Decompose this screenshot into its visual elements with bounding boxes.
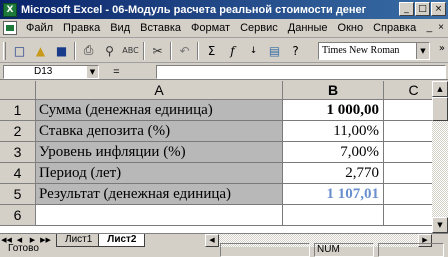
menu-window[interactable]: Окно: [333, 22, 369, 34]
status-pane: [220, 243, 310, 257]
title-bar: X Microsoft Excel - 06-Модуль расчета ре…: [0, 0, 448, 19]
menu-insert[interactable]: Вставка: [135, 22, 186, 34]
cell-b5[interactable]: 1 107,01: [283, 184, 384, 205]
menu-view[interactable]: Вид: [105, 22, 135, 34]
column-header-c[interactable]: C: [384, 81, 432, 100]
sheet-tab-1[interactable]: Лист1: [56, 234, 102, 247]
spelling-icon[interactable]: ABC: [120, 41, 141, 61]
status-pane: [378, 243, 444, 257]
font-name-value: Times New Roman: [322, 45, 400, 56]
standard-toolbar: □ ▲ ■ ⎙ ⚲ ABC ✂ ↶ Σ f ↓ ▤ ? Times New Ro…: [0, 39, 448, 63]
menu-bar: Файл Правка Вид Вставка Формат Сервис Да…: [0, 19, 448, 38]
menu-data[interactable]: Данные: [283, 22, 333, 34]
maximize-button[interactable]: □: [415, 2, 430, 16]
chart-wizard-icon[interactable]: ▤: [264, 41, 285, 61]
last-sheet-icon[interactable]: ▶▶: [39, 234, 52, 247]
cell-c2[interactable]: [384, 121, 432, 142]
toolbar-separator: [197, 41, 199, 60]
cell-c5[interactable]: [384, 184, 432, 205]
new-icon[interactable]: □: [9, 41, 30, 61]
window-controls: _ □ ×: [399, 2, 446, 16]
row-header[interactable]: 5: [0, 184, 36, 205]
scroll-down-icon[interactable]: ▼: [432, 217, 448, 233]
cell-c1[interactable]: [384, 100, 432, 121]
cell-b4[interactable]: 2,770: [283, 163, 384, 184]
formula-input[interactable]: [156, 65, 446, 79]
column-header-b[interactable]: B: [283, 81, 384, 100]
toolbar-separator: [74, 41, 76, 60]
cell-b6[interactable]: [283, 205, 384, 226]
row-header[interactable]: 3: [0, 142, 36, 163]
toolbar-more-button[interactable]: »: [439, 43, 445, 54]
menu-format[interactable]: Формат: [186, 22, 235, 34]
open-icon[interactable]: ▲: [30, 41, 51, 61]
status-ready: Готово: [8, 243, 39, 254]
vertical-scrollbar[interactable]: ▲ ▼: [432, 81, 448, 233]
cell-a5[interactable]: Результат (денежная единица): [36, 184, 283, 205]
cell-b2[interactable]: 11,00%: [283, 121, 384, 142]
vertical-scroll-thumb[interactable]: [432, 97, 448, 121]
save-icon[interactable]: ■: [51, 41, 72, 61]
toolbar-separator: [170, 41, 172, 60]
menu-file[interactable]: Файл: [21, 22, 58, 34]
select-all-corner[interactable]: [0, 81, 36, 100]
status-bar: Готово NUM: [0, 243, 448, 257]
cell-a4[interactable]: Период (лет): [36, 163, 283, 184]
column-header-a[interactable]: A: [36, 81, 283, 100]
row-header[interactable]: 6: [0, 205, 36, 226]
sort-icon[interactable]: ↓: [243, 41, 264, 61]
sheet-tab-2[interactable]: Лист2: [98, 234, 146, 247]
workbook-controls: _ ×: [427, 22, 444, 33]
cell-c4[interactable]: [384, 163, 432, 184]
menu-help[interactable]: Справка: [368, 22, 421, 34]
workbook-close-button[interactable]: ×: [438, 22, 444, 33]
print-icon[interactable]: ⎙: [78, 41, 99, 61]
cell-c3[interactable]: [384, 142, 432, 163]
workbook-minimize-button[interactable]: _: [427, 22, 433, 33]
cell-b3[interactable]: 7,00%: [283, 142, 384, 163]
font-name-combo[interactable]: Times New Roman ▼: [318, 42, 430, 60]
chevron-down-icon[interactable]: ▼: [416, 43, 429, 59]
toolbar-grip[interactable]: [3, 41, 6, 60]
toolbar-separator: [143, 41, 145, 60]
cell-reference: D13: [34, 65, 53, 77]
chevron-down-icon[interactable]: ▼: [87, 65, 98, 78]
menu-edit[interactable]: Правка: [58, 22, 105, 34]
excel-app-icon[interactable]: X: [3, 2, 17, 17]
formula-bar: D13 ▼ =: [0, 64, 448, 80]
undo-icon[interactable]: ↶: [174, 41, 195, 61]
cell-a6[interactable]: [36, 205, 283, 226]
row-header[interactable]: 1: [0, 100, 36, 121]
status-num: NUM: [314, 243, 374, 257]
row-header[interactable]: 4: [0, 163, 36, 184]
function-icon[interactable]: f: [222, 41, 243, 61]
row-header[interactable]: 2: [0, 121, 36, 142]
cell-a2[interactable]: Ставка депозита (%): [36, 121, 283, 142]
minimize-button[interactable]: _: [399, 2, 414, 16]
scroll-up-icon[interactable]: ▲: [432, 81, 448, 97]
name-box[interactable]: D13 ▼: [3, 64, 99, 79]
formula-equals-label[interactable]: =: [113, 66, 119, 78]
menu-tools[interactable]: Сервис: [235, 22, 283, 34]
help-icon[interactable]: ?: [285, 41, 306, 61]
worksheet-grid: A B C 1 Сумма (денежная единица) 1 000,0…: [0, 81, 432, 233]
cell-c6[interactable]: [384, 205, 432, 226]
scroll-left-icon[interactable]: ◀: [205, 234, 219, 247]
close-button[interactable]: ×: [431, 2, 446, 16]
cell-b1[interactable]: 1 000,00: [283, 100, 384, 121]
cell-a1[interactable]: Сумма (денежная единица): [36, 100, 283, 121]
workbook-icon[interactable]: [3, 21, 17, 35]
window-title: Microsoft Excel - 06-Модуль расчета реал…: [21, 3, 367, 16]
cell-a3[interactable]: Уровень инфляции (%): [36, 142, 283, 163]
cut-icon[interactable]: ✂: [147, 41, 168, 61]
sum-icon[interactable]: Σ: [201, 41, 222, 61]
print-preview-icon[interactable]: ⚲: [99, 41, 120, 61]
